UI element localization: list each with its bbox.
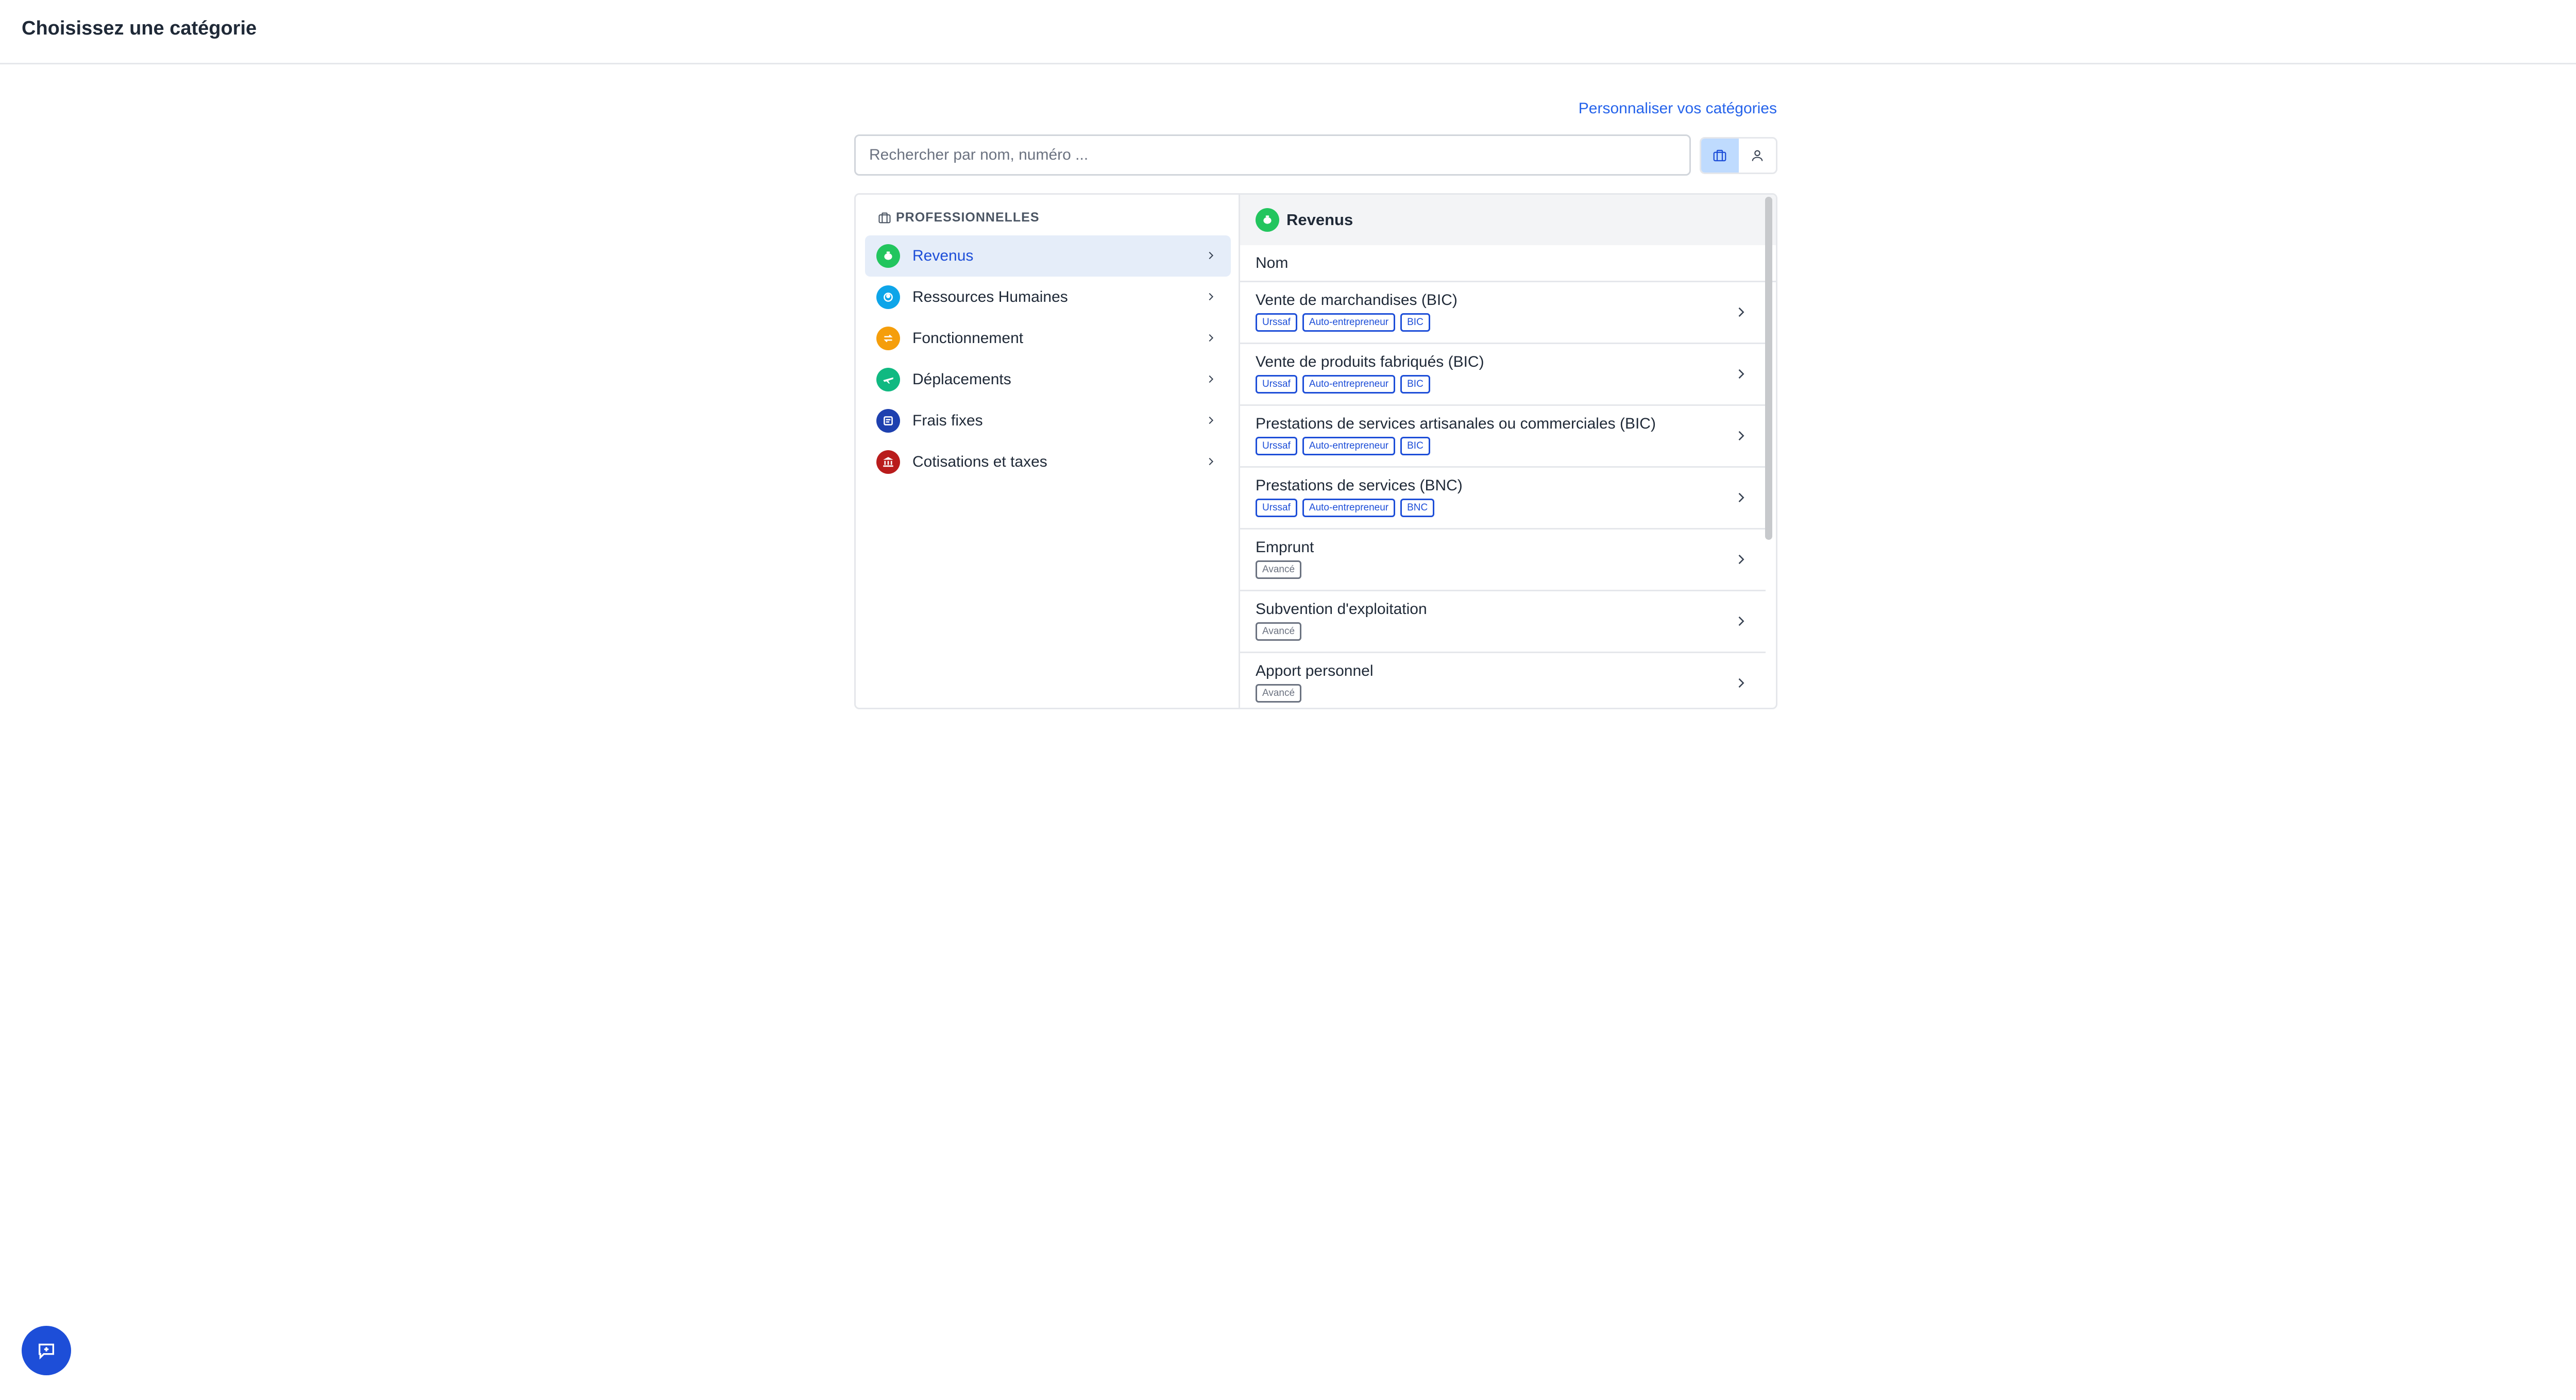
tag-badge: Auto-entrepreneur <box>1302 499 1396 517</box>
tag-badge: Auto-entrepreneur <box>1302 375 1396 394</box>
chevron-right-icon <box>1738 554 1744 565</box>
tag-badge: Auto-entrepreneur <box>1302 313 1396 332</box>
sidebar-item-fonctionnement[interactable]: Fonctionnement <box>865 318 1231 359</box>
piggy-bank-icon <box>876 244 900 268</box>
sidebar-item-ressources-humaines[interactable]: Ressources Humaines <box>865 277 1231 318</box>
subcategory-row[interactable]: Emprunt Avancé <box>1240 530 1766 591</box>
bank-icon <box>876 450 900 474</box>
sidebar-item-label: Déplacements <box>912 371 1011 388</box>
category-type-toggle[interactable] <box>1700 137 1777 174</box>
detail-title: Revenus <box>1286 211 1353 229</box>
sidebar-item-label: Frais fixes <box>912 412 983 429</box>
tag-badge: BIC <box>1400 375 1430 394</box>
category-list: Revenus Ressources Humaines Fonctionneme… <box>865 235 1231 483</box>
tag-badge: Avancé <box>1256 560 1302 579</box>
tag-badge: BIC <box>1400 437 1430 455</box>
chevron-right-icon <box>1738 616 1744 626</box>
tag-badge: Avancé <box>1256 684 1302 703</box>
chat-icon <box>39 1343 54 1360</box>
detail-header: Revenus <box>1240 195 1776 245</box>
subcategory-name: Prestations de services (BNC) <box>1256 477 1463 494</box>
subcategory-row[interactable]: Prestations de services (BNC) Urssaf Aut… <box>1240 468 1766 530</box>
modal-header: Choisissez une catégorie <box>0 0 2576 64</box>
sidebar-item-label: Revenus <box>912 247 974 264</box>
chevron-right-icon <box>1738 431 1744 441</box>
category-panel: PROFESSIONNELLES Revenus Ressources Huma… <box>854 193 1777 709</box>
chevron-right-icon <box>1738 369 1744 379</box>
customize-categories-link[interactable]: Personnaliser vos catégories <box>1579 100 1777 117</box>
subcategory-name: Apport personnel <box>1256 662 1374 679</box>
section-header: PROFESSIONNELLES <box>877 210 1040 225</box>
briefcase-icon <box>878 212 891 223</box>
chevron-right-icon <box>1209 457 1214 466</box>
category-detail: Revenus Nom Vente de marchandises (BIC) … <box>1240 195 1776 708</box>
search-field[interactable] <box>854 134 1691 176</box>
tag-badge: Urssaf <box>1256 499 1297 517</box>
sidebar-item-cotisations-et-taxes[interactable]: Cotisations et taxes <box>865 441 1231 483</box>
subcategory-list: Vente de marchandises (BIC) Urssaf Auto-… <box>1240 282 1766 708</box>
chevron-right-icon <box>1209 416 1214 424</box>
subcategory-row[interactable]: Apport personnel Avancé <box>1240 653 1766 708</box>
user-icon <box>1752 150 1763 161</box>
chevron-right-icon <box>1209 293 1214 301</box>
subcategory-row[interactable]: Prestations de services artisanales ou c… <box>1240 406 1766 468</box>
chevron-right-icon <box>1209 375 1214 383</box>
chevron-right-icon <box>1738 307 1744 317</box>
tag-badge: Auto-entrepreneur <box>1302 437 1396 455</box>
tag-badge: Urssaf <box>1256 375 1297 394</box>
chevron-right-icon <box>1738 678 1744 688</box>
plane-icon <box>876 368 900 391</box>
sidebar-item-label: Fonctionnement <box>912 330 1024 347</box>
category-sidebar: PROFESSIONNELLES Revenus Ressources Huma… <box>856 195 1240 708</box>
scrollbar[interactable] <box>1765 197 1772 540</box>
chevron-right-icon <box>1209 251 1214 260</box>
chevron-right-icon <box>1209 334 1214 342</box>
personal-toggle-button[interactable] <box>1739 139 1776 173</box>
piggy-bank-icon <box>1256 208 1279 232</box>
column-header-nom: Nom <box>1240 245 1776 282</box>
sidebar-item-deplacements[interactable]: Déplacements <box>865 359 1231 400</box>
subcategory-name: Subvention d'exploitation <box>1256 601 1427 618</box>
subcategory-name: Vente de marchandises (BIC) <box>1256 292 1458 309</box>
modal-title: Choisissez une catégorie <box>22 18 257 39</box>
sidebar-item-label: Ressources Humaines <box>912 288 1068 305</box>
section-label: PROFESSIONNELLES <box>896 210 1040 225</box>
sidebar-item-revenus[interactable]: Revenus <box>865 235 1231 277</box>
user-circle-icon <box>876 285 900 309</box>
tag-badge: BIC <box>1400 313 1430 332</box>
sidebar-item-frais-fixes[interactable]: Frais fixes <box>865 400 1231 441</box>
search-input[interactable] <box>868 146 1689 164</box>
tag-badge: Urssaf <box>1256 313 1297 332</box>
chevron-right-icon <box>1738 492 1744 503</box>
chat-support-button[interactable] <box>22 1326 71 1375</box>
invoice-icon <box>876 409 900 433</box>
briefcase-icon <box>1713 149 1726 162</box>
professional-toggle-button[interactable] <box>1701 139 1739 173</box>
subcategory-row[interactable]: Vente de marchandises (BIC) Urssaf Auto-… <box>1240 282 1766 344</box>
subcategory-name: Vente de produits fabriqués (BIC) <box>1256 353 1484 370</box>
subcategory-row[interactable]: Subvention d'exploitation Avancé <box>1240 591 1766 653</box>
subcategory-name: Emprunt <box>1256 539 1314 556</box>
tag-badge: BNC <box>1400 499 1435 517</box>
transfer-icon <box>876 327 900 350</box>
sidebar-item-label: Cotisations et taxes <box>912 453 1047 470</box>
tag-badge: Urssaf <box>1256 437 1297 455</box>
subcategory-row[interactable]: Vente de produits fabriqués (BIC) Urssaf… <box>1240 344 1766 406</box>
tag-badge: Avancé <box>1256 622 1302 641</box>
subcategory-name: Prestations de services artisanales ou c… <box>1256 415 1656 432</box>
